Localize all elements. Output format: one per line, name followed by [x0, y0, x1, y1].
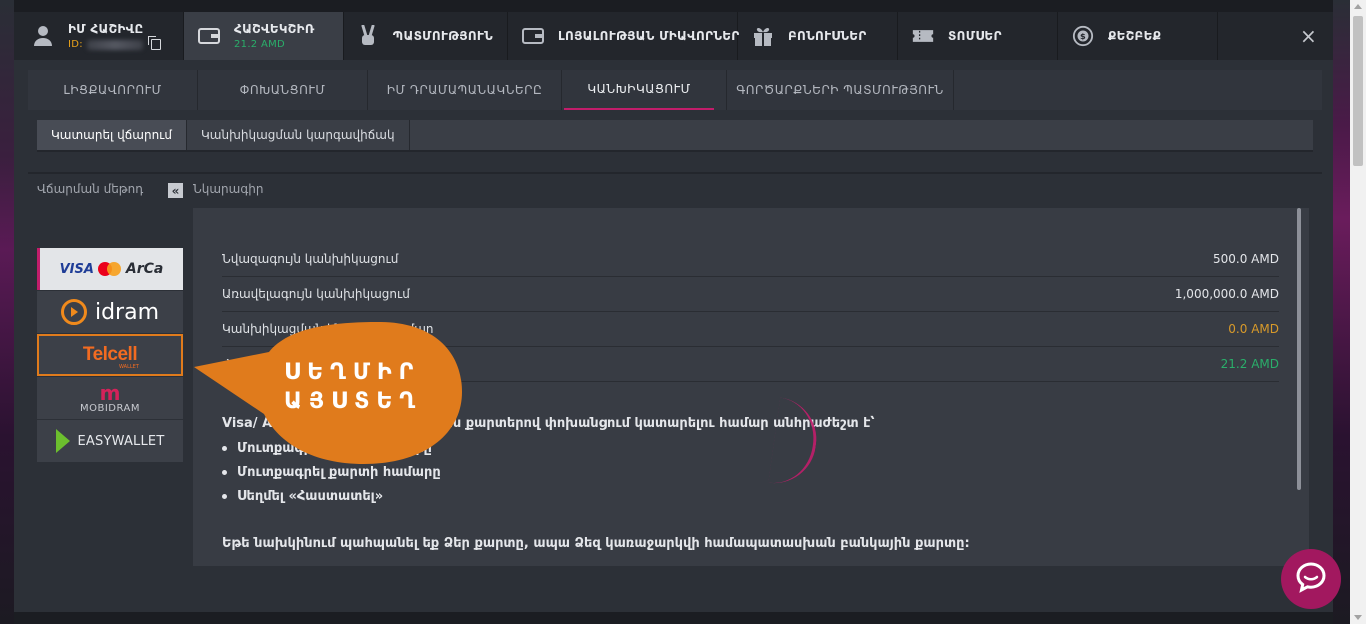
nav-my-account[interactable]: ԻՄ ՀԱՇԻՎԸ ID:: [14, 12, 184, 60]
mobidram-text: MOBIDRAM: [79, 402, 141, 414]
click-here-callout: ՍԵՂՄԻՐ ԱՅՍՏԵՂ: [194, 322, 479, 464]
row-label: Առավելագույն կանխիկացում: [222, 287, 410, 301]
row-label: Նվազագույն կանխիկացում: [222, 252, 399, 266]
page-scrollbar[interactable]: [1350, 0, 1366, 624]
chat-bubble-icon: [1295, 561, 1327, 597]
top-navigation: ԻՄ ՀԱՇԻՎԸ ID: ՀԱՇՎԵԿՇԻՌ 21.2 AMD ՊԱՏՄՈՒԹ…: [14, 12, 1333, 60]
accounts-label: ՀԱՇՎԵԿՇԻՌ: [234, 22, 315, 36]
easywallet-logo: EASYWALLET: [55, 429, 165, 453]
page-background-left: [0, 0, 14, 624]
method-easywallet[interactable]: EASYWALLET: [37, 420, 183, 462]
tab-deposit[interactable]: ԼԻՑՔԱՎՈՐՈՒՄ: [28, 70, 198, 110]
user-id: ID:: [68, 36, 161, 50]
page-background-right: [1333, 0, 1350, 624]
easywallet-text: EASYWALLET: [77, 433, 165, 449]
telcell-logo: Telcell: [82, 344, 138, 365]
row-max-withdraw: Առավելագույն կանխիկացում 1,000,000.0 AMD: [222, 277, 1279, 312]
method-mobidram[interactable]: m MOBIDRAM: [37, 377, 183, 419]
nav-tickets-label: ՏՈՄՍԵՐ: [948, 29, 1002, 43]
method-idram[interactable]: idram: [37, 291, 183, 333]
mobidram-mark-icon: m: [99, 380, 121, 405]
row-value: 21.2 AMD: [1220, 357, 1279, 371]
nav-loyalty-label: ԼՈՅԱԼՈՒԹՅԱՆ ՄԻԱՎՈՐՆԵՐ: [558, 29, 740, 43]
list-item-text: Սեղմել «Հաստատել»: [237, 489, 384, 504]
arca-logo: ArCa: [125, 261, 164, 277]
callout-text: ՍԵՂՄԻՐ ԱՅՍՏԵՂ: [284, 358, 454, 416]
close-icon[interactable]: ×: [1300, 24, 1317, 48]
nav-loyalty[interactable]: ԼՈՅԱԼՈՒԹՅԱՆ ՄԻԱՎՈՐՆԵՐ: [508, 12, 740, 60]
live-chat-button[interactable]: [1281, 549, 1341, 609]
account-modal: ԻՄ ՀԱՇԻՎԸ ID: ՀԱՇՎԵԿՇԻՌ 21.2 AMD ՊԱՏՄՈՒԹ…: [14, 12, 1333, 612]
withdraw-status-tab[interactable]: Կանխիկացման կարգավիճակ: [187, 120, 410, 150]
close-button[interactable]: ×: [1218, 12, 1333, 60]
nav-bonuses-label: ԲՈՆՈՒՍՆԵՐ: [788, 29, 867, 43]
scroll-thumb[interactable]: [1353, 16, 1363, 166]
panel-scrollbar[interactable]: [1297, 208, 1301, 490]
mastercard-logo-icon: [97, 262, 122, 276]
user-icon: [32, 25, 54, 47]
ticket-icon: [912, 25, 934, 47]
idram-play-icon: [60, 299, 87, 325]
user-id-hidden: [86, 39, 143, 50]
gift-icon: [752, 25, 774, 47]
nav-history[interactable]: ՊԱՏՄՈՒԹՅՈՒՆ: [344, 12, 508, 60]
make-payment-tab[interactable]: Կատարել վճարում: [37, 120, 188, 150]
list-item: Մուտքագրել քարտի համարը: [222, 465, 1279, 480]
nav-history-label: ՊԱՏՄՈՒԹՅՈՒՆ: [392, 29, 493, 43]
list-item: Սեղմել «Հաստատել»: [222, 489, 1279, 504]
section-divider: [28, 172, 1322, 174]
payment-method-label: Վճարման մեթոդ: [37, 182, 144, 196]
nav-cashback[interactable]: $ ՔԵՇԲԵՔ: [1058, 12, 1218, 60]
collapse-methods-button[interactable]: «: [168, 183, 183, 198]
instructions-footer: Եթե նախկինում պահպանել եք Ձեր քարտը, ապա…: [222, 536, 970, 551]
row-min-withdraw: Նվազագույն կանխիկացում 500.0 AMD: [222, 242, 1279, 277]
user-name: ԻՄ ՀԱՇԻՎԸ: [68, 22, 144, 36]
method-visa-mastercard-arca[interactable]: VISA ArCa: [37, 248, 183, 290]
mobidram-logo: m MOBIDRAM: [80, 383, 140, 414]
scroll-down-arrow-icon[interactable]: [1354, 615, 1362, 620]
wallet-icon: [198, 25, 220, 47]
callout-line-2: ԱՅՍՏԵՂ: [284, 389, 423, 414]
withdraw-action-tabs: Կատարել վճարում Կանխիկացման կարգավիճակ: [37, 120, 1313, 152]
telcell-wallet-sub: WALLET: [119, 364, 139, 370]
scroll-up-arrow-icon[interactable]: [1354, 4, 1362, 9]
wallet-loyalty-icon: [522, 25, 544, 47]
tab-withdraw[interactable]: ԿԱՆԽԻԿԱՑՈՒՄ: [564, 70, 714, 110]
victory-hand-icon: [358, 25, 379, 47]
svg-text:$: $: [1080, 31, 1086, 41]
nav-bonuses[interactable]: ԲՈՆՈՒՍՆԵՐ: [738, 12, 898, 60]
visa-logo: VISA: [59, 261, 94, 277]
row-value: 500.0 AMD: [1213, 252, 1279, 266]
list-item-text: Մուտքագրել քարտի համարը: [237, 465, 441, 480]
description-label: Նկարագիր: [193, 182, 264, 196]
copy-icon[interactable]: [147, 36, 161, 50]
tab-my-wallets[interactable]: ԻՄ ԴՐԱՄԱՊԱՆԱԿՆԵՐԸ: [368, 70, 562, 110]
user-id-label: ID:: [68, 39, 83, 50]
row-value: 0.0 AMD: [1228, 322, 1279, 336]
payment-method-list: VISA ArCa idram Telcell WALLET m MOBIDRA…: [37, 248, 184, 463]
method-telcell[interactable]: Telcell WALLET: [37, 334, 183, 376]
idram-logo: idram: [60, 299, 160, 325]
callout-line-1: ՍԵՂՄԻՐ: [284, 360, 421, 385]
nav-cashback-label: ՔԵՇԲԵՔ: [1108, 29, 1162, 43]
nav-tickets[interactable]: ՏՈՄՍԵՐ: [898, 12, 1058, 60]
wallet-subtabs: ԼԻՑՔԱՎՈՐՈՒՄ ՓՈԽԱՆՑՈՒՄ ԻՄ ԴՐԱՄԱՊԱՆԱԿՆԵՐԸ …: [28, 70, 1322, 110]
idram-text: idram: [94, 299, 160, 325]
cashback-coin-icon: $: [1072, 25, 1094, 47]
row-value: 1,000,000.0 AMD: [1174, 287, 1279, 301]
tab-transaction-history[interactable]: ԳՈՐԾԱՐՔՆԵՐԻ ՊԱՏՄՈՒԹՅՈՒՆ: [726, 70, 954, 110]
tab-transfer[interactable]: ՓՈԽԱՆՑՈՒՄ: [198, 70, 368, 110]
accounts-balance: 21.2 AMD: [234, 39, 286, 50]
easywallet-mark-icon: [55, 429, 70, 453]
nav-accounts[interactable]: ՀԱՇՎԵԿՇԻՌ 21.2 AMD: [184, 12, 344, 60]
